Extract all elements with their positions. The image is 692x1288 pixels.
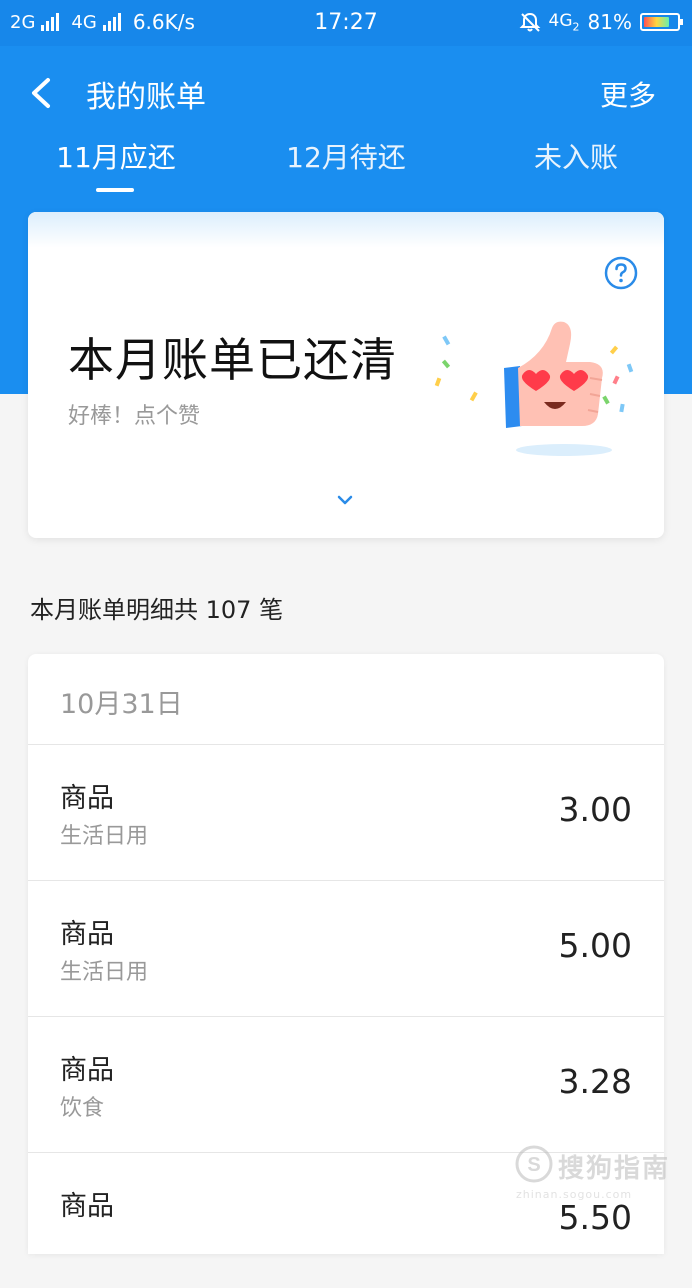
navigation-bar: 我的账单 更多	[0, 46, 692, 140]
back-arrow-icon[interactable]	[28, 76, 56, 110]
transaction-name: 商品	[60, 919, 114, 950]
battery-icon	[640, 13, 683, 31]
transaction-row[interactable]: 商品 生活日用 3.00	[28, 744, 664, 881]
tab-unposted[interactable]: 未入账	[534, 136, 618, 176]
transaction-name: 商品	[60, 783, 114, 814]
battery-percent: 81%	[587, 10, 632, 34]
transaction-row[interactable]: 商品 生活日用 5.00	[28, 880, 664, 1017]
more-button[interactable]: 更多	[600, 74, 656, 114]
transaction-name: 商品	[60, 1055, 114, 1086]
watermark: S 搜狗指南 zhinan.sogou.com	[514, 1138, 674, 1218]
transaction-category: 生活日用	[60, 960, 149, 985]
bill-summary-card: 本月账单已还清 好棒！点个赞	[28, 212, 664, 538]
transaction-category: 生活日用	[60, 824, 149, 849]
watermark-text: 搜狗指南	[558, 1154, 671, 1184]
bill-tabs: 11月应还 12月待还 未入账	[0, 130, 692, 200]
bill-status-subtitle: 好棒！点个赞	[68, 404, 201, 429]
transaction-row[interactable]: 商品 饮食 3.28	[28, 1016, 664, 1153]
page-title: 我的账单	[86, 80, 206, 115]
bill-status-title: 本月账单已还清	[68, 333, 397, 387]
active-tab-indicator	[96, 188, 134, 192]
transaction-category: 饮食	[60, 1096, 105, 1121]
tab-december-pending[interactable]: 12月待还	[286, 136, 406, 176]
status-bar: 2G 4G 6.6K/s 17:27 4G2 81%	[0, 0, 692, 46]
status-right: 4G2 81%	[519, 10, 683, 34]
bill-detail-count: 本月账单明细共 107 笔	[30, 596, 284, 624]
transaction-amount: 5.00	[558, 926, 632, 965]
svg-text:S: S	[527, 1154, 540, 1176]
date-header: 10月31日	[28, 654, 664, 745]
sogou-logo-icon: S	[515, 1145, 553, 1183]
transaction-amount: 3.28	[558, 1062, 632, 1101]
watermark-url: zhinan.sogou.com	[516, 1188, 633, 1201]
transaction-name: 商品	[60, 1191, 114, 1222]
network-4g-data-label: 4G2	[548, 10, 580, 34]
thumbs-up-heart-eyes-icon	[434, 321, 634, 456]
mute-bell-icon	[519, 12, 540, 32]
date-label: 10月31日	[60, 689, 183, 720]
help-icon[interactable]	[604, 256, 638, 290]
tab-november-due[interactable]: 11月应还	[56, 136, 176, 176]
chevron-down-icon[interactable]	[336, 494, 354, 506]
transaction-amount: 3.00	[558, 790, 632, 829]
